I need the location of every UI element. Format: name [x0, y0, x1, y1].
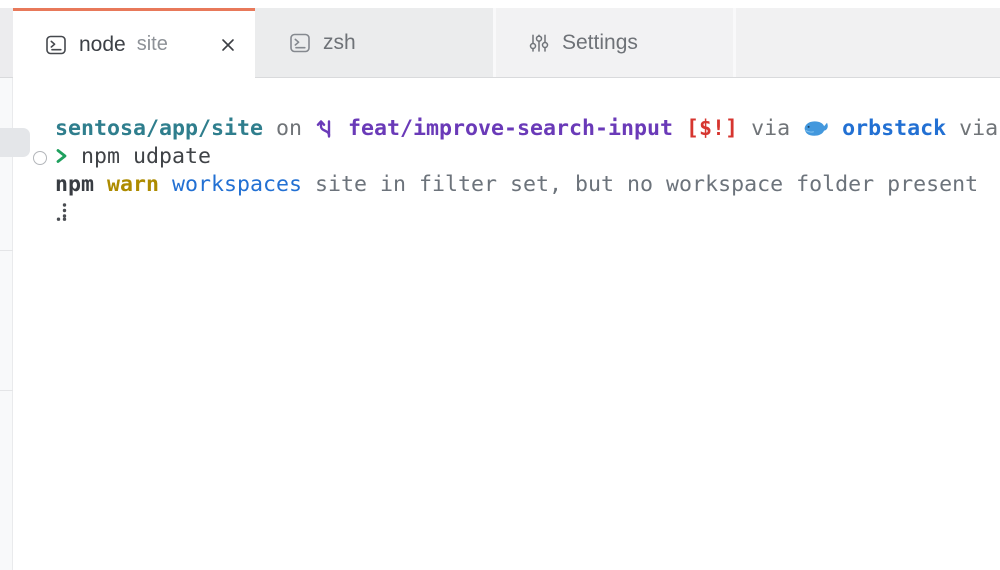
tab-title: zsh [323, 31, 356, 55]
command-line: npm udpate [0, 142, 1000, 170]
typed-command: npm udpate [81, 144, 211, 169]
spinner-line [0, 198, 1000, 226]
tab-node-site[interactable]: node site [13, 8, 255, 78]
warn-message: site in filter set, but no workspace fol… [315, 172, 978, 197]
git-branch-name: feat/improve-search-input [348, 116, 673, 141]
via-word: via [751, 116, 790, 141]
warn-level: warn [107, 172, 159, 197]
cwd-path: sentosa/app/site [55, 116, 263, 141]
tab-bar-right-filler [736, 8, 1000, 78]
git-branch-icon [315, 116, 335, 140]
via-word: via [959, 116, 998, 141]
terminal-icon [289, 32, 311, 54]
tab-bar-left-filler [0, 8, 13, 78]
on-word: on [276, 116, 302, 141]
whale-icon [803, 118, 829, 139]
npm-warn-line: npm warn workspaces site in filter set, … [0, 170, 1000, 198]
close-icon[interactable] [217, 34, 239, 56]
tab-bar: node site zsh [0, 8, 1000, 78]
terminal-icon [45, 34, 67, 56]
terminal-output[interactable]: sentosa/app/site on feat/improve-search-… [0, 114, 1000, 226]
terminal-window: node site zsh [0, 0, 1000, 570]
tab-subtitle: site [137, 33, 168, 56]
prompt-chevron-icon [55, 145, 68, 167]
container-name: orbstack [842, 116, 946, 141]
npm-word: npm [55, 172, 94, 197]
panel-divider [0, 390, 13, 391]
warn-topic: workspaces [172, 172, 302, 197]
tab-title: Settings [562, 31, 638, 55]
panel-divider [0, 250, 13, 251]
git-status-flags: [$!] [686, 116, 738, 141]
tab-zsh[interactable]: zsh [255, 8, 493, 78]
sliders-icon [528, 32, 550, 54]
prompt-line: sentosa/app/site on feat/improve-search-… [0, 114, 1000, 142]
braille-spinner-icon [55, 201, 69, 223]
tab-settings[interactable]: Settings [496, 8, 733, 78]
tab-title: node [79, 33, 126, 57]
